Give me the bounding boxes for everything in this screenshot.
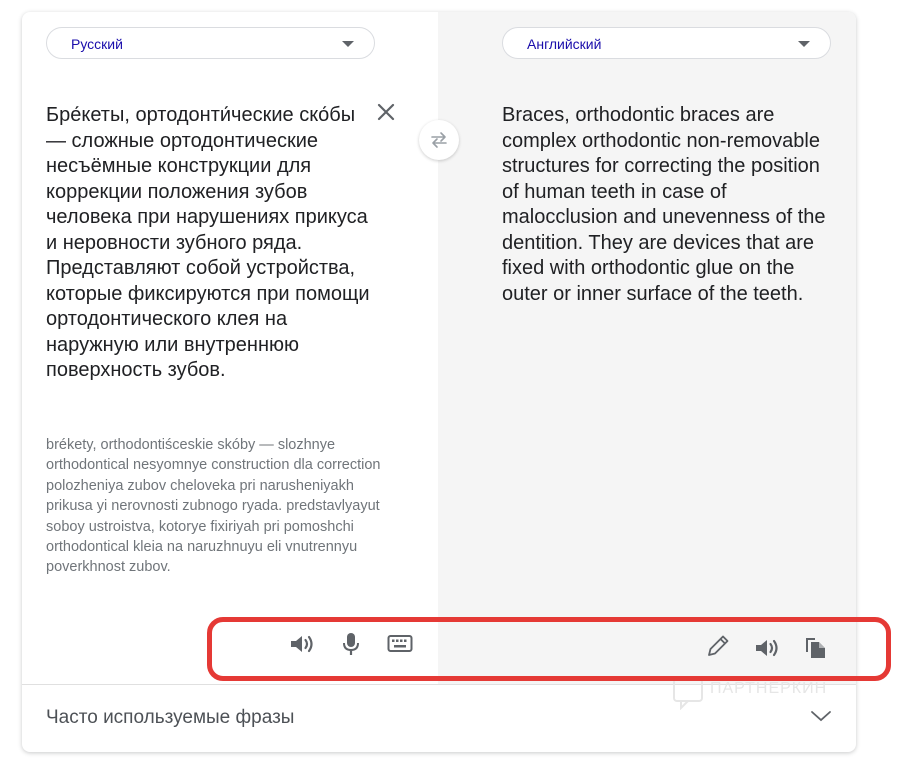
speaker-icon[interactable] bbox=[753, 634, 781, 662]
microphone-icon[interactable] bbox=[337, 630, 365, 658]
keyboard-icon[interactable] bbox=[386, 630, 414, 658]
speaker-icon[interactable] bbox=[288, 630, 316, 658]
swap-icon bbox=[431, 132, 447, 148]
swap-languages-button[interactable] bbox=[419, 120, 459, 160]
watermark-logo-icon bbox=[671, 676, 705, 715]
close-icon[interactable] bbox=[374, 100, 398, 124]
transliteration-text: brékety, orthodontiśceskie skóby — slozh… bbox=[46, 437, 381, 576]
translator-card: Русский Английский Бре́кеты, ортодонти́ч… bbox=[22, 12, 856, 752]
caret-down-icon bbox=[798, 41, 810, 47]
target-language-select[interactable]: Английский bbox=[502, 27, 831, 59]
watermark-text: ПАРТНЕРКИН bbox=[710, 680, 828, 697]
source-language-label: Русский bbox=[71, 36, 123, 52]
source-text[interactable]: Бре́кеты, ортодонти́ческие ско́бы — слож… bbox=[46, 103, 376, 384]
target-language-label: Английский bbox=[527, 36, 602, 52]
caret-down-icon bbox=[342, 41, 354, 47]
copy-icon[interactable] bbox=[802, 633, 830, 661]
source-language-select[interactable]: Русский bbox=[46, 27, 375, 59]
chevron-down-icon bbox=[810, 709, 832, 728]
pencil-icon[interactable] bbox=[704, 632, 732, 660]
target-text: Braces, orthodontic braces are complex o… bbox=[502, 104, 826, 305]
common-phrases-label: Часто используемые фразы bbox=[46, 707, 295, 728]
